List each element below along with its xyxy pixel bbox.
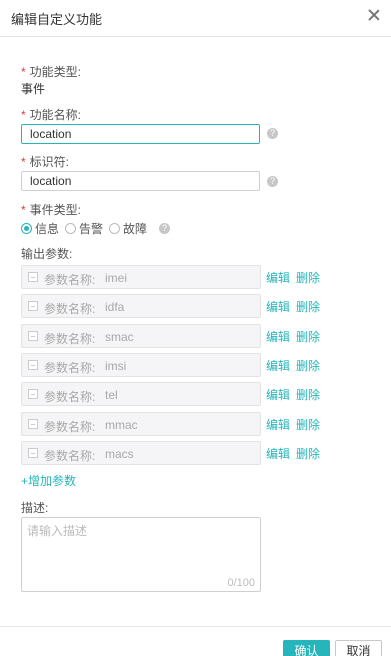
param-box: 参数名称: idfa: [21, 294, 261, 318]
delete-link[interactable]: 删除: [296, 445, 320, 462]
checkbox-icon[interactable]: [28, 272, 38, 282]
help-icon[interactable]: ?: [267, 176, 278, 187]
param-row: 参数名称: macs 编辑 删除: [21, 441, 321, 465]
edit-link[interactable]: 编辑: [266, 386, 290, 403]
add-param-link[interactable]: +增加参数: [21, 472, 76, 489]
param-name: tel: [105, 388, 118, 402]
checkbox-icon[interactable]: [28, 389, 38, 399]
param-row: 参数名称: imei 编辑 删除: [21, 265, 321, 289]
function-type-label: * 功能类型:: [21, 65, 82, 79]
radio-circle[interactable]: [109, 222, 121, 234]
param-row: 参数名称: tel 编辑 删除: [21, 382, 321, 406]
required-mark: *: [21, 108, 26, 122]
delete-link[interactable]: 删除: [296, 386, 320, 403]
checkbox-icon[interactable]: [28, 419, 38, 429]
param-box: 参数名称: imsi: [21, 353, 261, 377]
edit-link[interactable]: 编辑: [266, 445, 290, 462]
footer-divider: [0, 626, 391, 627]
identifier-input[interactable]: location: [21, 171, 260, 191]
confirm-button[interactable]: 确认: [283, 640, 330, 656]
function-type-value: 事件: [21, 82, 46, 96]
checkbox-icon[interactable]: [28, 301, 38, 311]
param-row: 参数名称: idfa 编辑 删除: [21, 294, 321, 318]
cancel-button[interactable]: 取消: [335, 640, 382, 656]
radio-circle[interactable]: [65, 222, 77, 234]
radio-fault[interactable]: 故障: [109, 220, 147, 237]
checkbox-icon[interactable]: [28, 331, 38, 341]
radio-info[interactable]: 信息: [21, 220, 59, 237]
delete-link[interactable]: 删除: [296, 298, 320, 315]
param-name: mmac: [105, 418, 138, 432]
radio-circle[interactable]: [21, 222, 32, 234]
radio-alert[interactable]: 告警: [65, 220, 103, 237]
close-icon[interactable]: [367, 8, 381, 22]
required-mark: *: [21, 65, 26, 79]
identifier-label: * 标识符:: [21, 155, 70, 169]
event-type-label: * 事件类型:: [21, 203, 82, 217]
checkbox-icon[interactable]: [28, 448, 38, 458]
char-counter: 0/100: [227, 577, 255, 589]
function-name-label: * 功能名称:: [21, 108, 82, 122]
edit-link[interactable]: 编辑: [266, 298, 290, 315]
edit-link[interactable]: 编辑: [266, 416, 290, 433]
function-name-input[interactable]: location: [21, 124, 260, 144]
required-mark: *: [21, 203, 26, 217]
param-box: 参数名称: mmac: [21, 412, 261, 436]
delete-link[interactable]: 删除: [296, 357, 320, 374]
delete-link[interactable]: 删除: [296, 416, 320, 433]
help-icon[interactable]: ?: [159, 222, 171, 234]
dialog-header: 编辑自定义功能: [0, 0, 391, 37]
param-box: 参数名称: smac: [21, 324, 261, 348]
param-name: smac: [105, 330, 134, 344]
param-name: idfa: [105, 300, 125, 314]
description-label: 描述:: [21, 501, 49, 515]
delete-link[interactable]: 删除: [296, 328, 320, 345]
param-box: 参数名称: imei: [21, 265, 261, 289]
param-name: imei: [105, 271, 128, 285]
param-box: 参数名称: tel: [21, 382, 261, 406]
edit-link[interactable]: 编辑: [266, 269, 290, 286]
description-textarea[interactable]: 请输入描述 0/100: [21, 517, 261, 592]
edit-link[interactable]: 编辑: [266, 357, 290, 374]
param-box: 参数名称: macs: [21, 441, 261, 465]
param-row: 参数名称: mmac 编辑 删除: [21, 412, 321, 436]
output-params-label: 输出参数:: [21, 247, 73, 261]
description-placeholder: 请输入描述: [27, 524, 88, 538]
event-type-radio-group: 信息 告警 故障 ?: [21, 219, 171, 237]
required-mark: *: [21, 155, 26, 169]
param-row: 参数名称: imsi 编辑 删除: [21, 353, 321, 377]
edit-link[interactable]: 编辑: [266, 328, 290, 345]
help-icon[interactable]: ?: [267, 128, 278, 139]
param-name: imsi: [105, 359, 127, 373]
param-name: macs: [105, 447, 134, 461]
param-row: 参数名称: smac 编辑 删除: [21, 324, 321, 348]
checkbox-icon[interactable]: [28, 360, 38, 370]
delete-link[interactable]: 删除: [296, 269, 320, 286]
dialog-title: 编辑自定义功能: [11, 12, 103, 27]
